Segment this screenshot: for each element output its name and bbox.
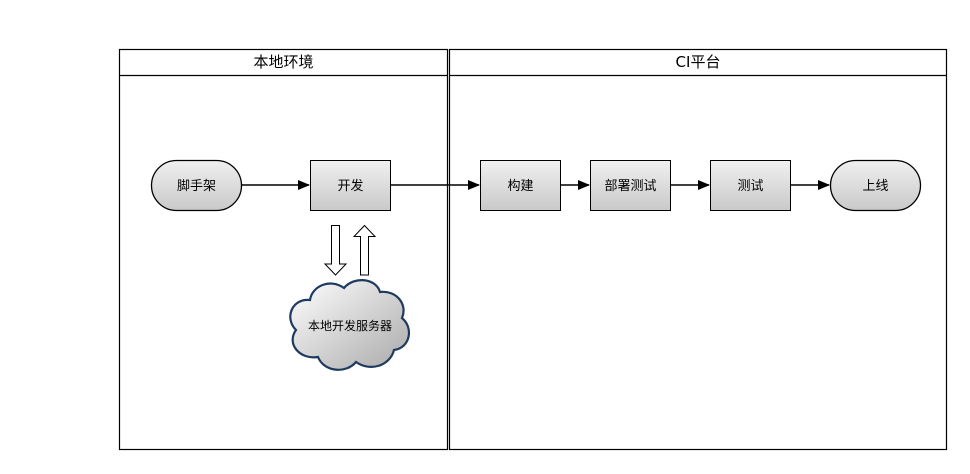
node-build-label: 构建 [507, 179, 533, 194]
node-scaffold[interactable]: 脚手架 [150, 159, 243, 212]
node-build[interactable]: 构建 [480, 160, 561, 211]
node-develop-label: 开发 [337, 178, 363, 194]
node-local-server[interactable]: 本地开发服务器 [289, 279, 411, 371]
sync-arrows [323, 224, 377, 276]
hollow-arrow-down-icon [323, 225, 348, 276]
hollow-arrow-up-icon [352, 224, 377, 276]
lane-ci: CI平台 [448, 48, 948, 451]
node-scaffold-label: 脚手架 [177, 178, 216, 194]
diagram-canvas: 本地环境 CI平台 脚手架 开发 本地开发服务器 构建 部署测试 测试 上线 [118, 48, 948, 451]
node-test-label: 测试 [737, 179, 763, 194]
node-local-server-label: 本地开发服务器 [308, 318, 392, 333]
node-develop[interactable]: 开发 [310, 160, 391, 211]
node-deploy-test-label: 部署测试 [604, 179, 656, 194]
node-test[interactable]: 测试 [710, 160, 791, 211]
node-release-label: 上线 [862, 179, 888, 194]
node-deploy-test[interactable]: 部署测试 [590, 160, 671, 211]
lane-ci-title: CI平台 [676, 53, 721, 71]
lane-local-title: 本地环境 [253, 53, 313, 71]
lane-local: 本地环境 [118, 48, 449, 451]
node-release[interactable]: 上线 [829, 159, 922, 212]
flow-diagram: 本地环境 CI平台 脚手架 开发 本地开发服务器 构建 部署测试 测试 上线 [0, 0, 970, 470]
